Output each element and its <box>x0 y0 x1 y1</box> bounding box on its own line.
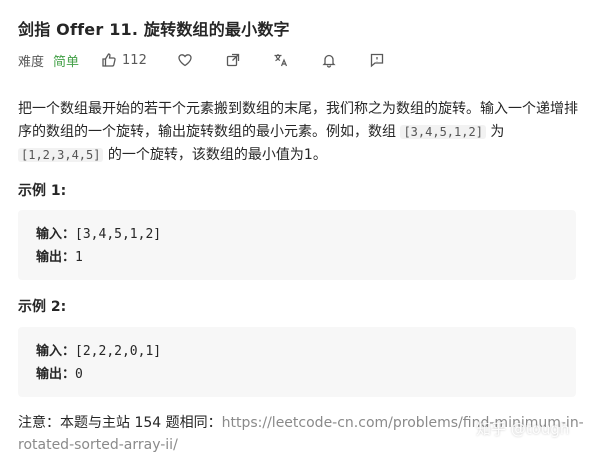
translate-icon <box>273 52 289 68</box>
heart-icon <box>177 52 193 68</box>
example-2-output-label: 输出： <box>36 367 76 382</box>
example-1-input-line: 输入：[3,4,5,1,2] <box>36 223 558 246</box>
example-2-input-label: 输入： <box>36 344 76 359</box>
example-1-input-label: 输入： <box>36 227 76 242</box>
problem-description: 把一个数组最开始的若干个元素搬到数组的末尾，我们称之为数组的旋转。输入一个递增排… <box>18 98 580 167</box>
subscribe-button[interactable] <box>321 52 337 68</box>
bell-icon <box>321 52 337 68</box>
problem-title: 剑指 Offer 11. 旋转数组的最小数字 <box>18 20 290 39</box>
example-1-output-line: 输出：1 <box>36 246 558 269</box>
favorite-button[interactable] <box>177 52 193 68</box>
difficulty-value: 简单 <box>53 54 80 70</box>
thumbs-up-icon <box>101 52 117 68</box>
example-1-output: 1 <box>75 250 83 265</box>
example-2-title: 示例 2: <box>18 299 67 315</box>
example-1-input: [3,4,5,1,2] <box>75 227 162 242</box>
example-2-output-line: 输出：0 <box>36 363 558 386</box>
problem-toolbar: 难度 简单 112 <box>18 50 385 70</box>
description-text-3: 的一个旋转，该数组的最小值为1。 <box>103 147 327 163</box>
description-text-2: 为 <box>485 124 505 140</box>
like-button[interactable]: 112 <box>101 52 147 68</box>
watermark: 知乎 @tough <box>476 420 570 438</box>
difficulty-label: 难度 <box>18 54 45 70</box>
example-2-input-line: 输入：[2,2,2,0,1] <box>36 340 558 363</box>
note-text: 注意：本题与主站 154 题相同： <box>18 415 222 431</box>
example-1-output-label: 输出： <box>36 250 76 265</box>
like-count: 112 <box>122 52 147 68</box>
example-2-output: 0 <box>75 367 83 382</box>
share-icon <box>225 52 241 68</box>
feedback-button[interactable] <box>369 52 385 68</box>
example-2-box: 输入：[2,2,2,0,1] 输出：0 <box>18 327 576 397</box>
example-1-box: 输入：[3,4,5,1,2] 输出：1 <box>18 210 576 280</box>
example-2-input: [2,2,2,0,1] <box>75 344 162 359</box>
translate-button[interactable] <box>273 52 289 68</box>
inline-code-2: [1,2,3,4,5] <box>18 148 104 162</box>
share-button[interactable] <box>225 52 241 68</box>
feedback-icon <box>369 52 385 68</box>
example-1-title: 示例 1: <box>18 183 67 199</box>
inline-code-1: [3,4,5,1,2] <box>400 125 486 139</box>
